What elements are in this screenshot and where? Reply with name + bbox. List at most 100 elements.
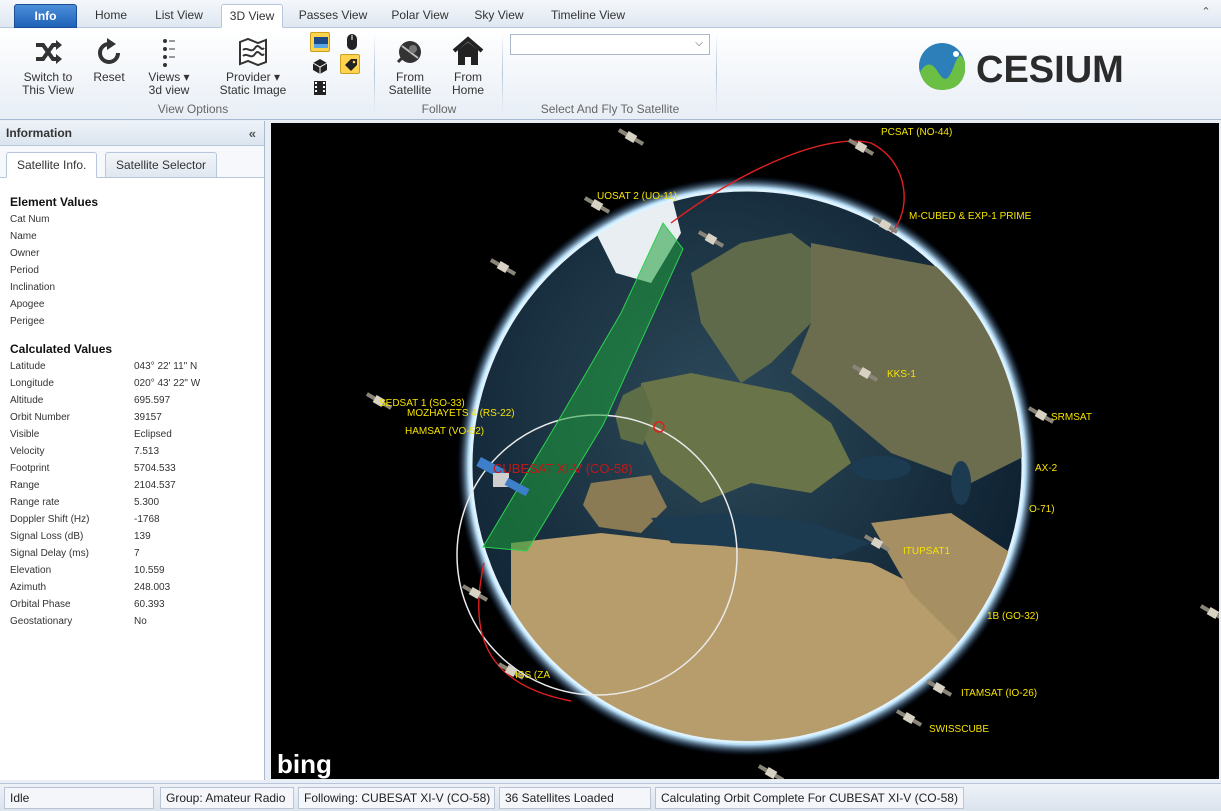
tab-passes-view[interactable]: Passes View [293, 4, 373, 28]
follow-from-satellite-button[interactable]: From Satellite [384, 36, 436, 97]
ribbon-tab-strip: Info Home List View 3D View Passes View … [0, 0, 1221, 28]
calculated-value-row: Altitude 695.597 [10, 392, 170, 409]
calculated-value-value: Eclipsed [134, 429, 172, 440]
calculated-value-key: Latitude [10, 361, 46, 372]
element-value-key: Name [10, 231, 37, 242]
view-options-group-label: View Options [157, 102, 229, 116]
globe-mode-icon[interactable] [310, 32, 330, 52]
switch-label-2: This View [22, 83, 74, 97]
views-dropdown-button[interactable]: Views ▾ 3d view [140, 36, 198, 97]
satellite-label: ISS (ZA [515, 670, 550, 681]
tab-timeline-view[interactable]: Timeline View [541, 4, 635, 28]
satellite-icon[interactable] [617, 127, 645, 148]
switch-to-this-view-button[interactable]: Switch to This View [18, 36, 78, 97]
calculated-value-value: -1768 [134, 514, 160, 525]
views-label-2: 3d view [148, 83, 190, 97]
satellite-label: PCSAT (NO-44) [881, 127, 952, 138]
chevron-down-icon: ⌵ [695, 38, 703, 49]
satellite-icon[interactable] [757, 763, 785, 779]
logo-text: CESIUM [976, 49, 1124, 91]
collapse-panel-icon[interactable]: « [249, 121, 256, 146]
satellite-label: HAMSAT (VO-52) [405, 426, 484, 437]
collapse-ribbon-icon[interactable]: ⌃ [1199, 5, 1213, 19]
calculated-value-value: 10.559 [134, 565, 165, 576]
element-value-key: Apogee [10, 299, 45, 310]
calculated-value-value: 248.003 [134, 582, 171, 593]
status-following: Following: CUBESAT XI-V (CO-58) [298, 787, 495, 809]
calculated-value-key: Footprint [10, 463, 50, 474]
select-group-label: Select And Fly To Satellite [540, 102, 680, 116]
status-state: Idle [4, 787, 154, 809]
views-list-icon [163, 39, 175, 67]
satellite-label: 1B (GO-32) [987, 611, 1039, 622]
panel-tabs: Satellite Info. Satellite Selector [0, 146, 264, 178]
tab-home[interactable]: Home [86, 4, 136, 28]
app-window: Info Home List View 3D View Passes View … [0, 0, 1221, 811]
calculated-value-key: Visible [10, 429, 40, 440]
calculated-value-value: 020° 43' 22" W [134, 378, 201, 389]
satellite-icon[interactable] [1199, 603, 1219, 624]
calculated-value-row: Orbital Phase 60.393 [10, 596, 165, 613]
ribbon-separator [716, 32, 717, 114]
calculated-value-row: Signal Loss (dB) 139 [10, 528, 151, 545]
satellite-icon[interactable] [895, 708, 923, 729]
calculated-value-value: No [134, 616, 147, 627]
ribbon-separator [374, 32, 375, 114]
element-value-row: Period [10, 262, 134, 279]
satellite-icon[interactable] [489, 257, 517, 278]
tab-satellite-info[interactable]: Satellite Info. [6, 152, 98, 178]
label-tag-icon[interactable] [340, 54, 360, 74]
element-value-row: Cat Num [10, 211, 134, 228]
satellite-label: SWISSCUBE [929, 724, 989, 735]
calculated-value-row: Longitude 020° 43' 22" W [10, 375, 200, 392]
calculated-value-key: Altitude [10, 395, 44, 406]
calculated-value-row: Footprint 5704.533 [10, 460, 176, 477]
reset-button[interactable]: Reset [88, 36, 130, 84]
provider-label-1: Provider [225, 70, 271, 84]
satellite-label: UOSAT 2 (UO-11) [597, 191, 677, 202]
satellite-label: AX-2 [1035, 463, 1058, 474]
element-value-row: Perigee [10, 313, 134, 330]
calculated-value-key: Signal Delay (ms) [10, 548, 89, 559]
calculated-value-row: Velocity 7.513 [10, 443, 159, 460]
ribbon-separator [502, 32, 503, 114]
calculated-value-row: Elevation 10.559 [10, 562, 165, 579]
tab-sky-view[interactable]: Sky View [467, 4, 531, 28]
chevron-down-icon: ▾ [270, 70, 281, 84]
follow-group-label: Follow [421, 102, 457, 116]
globe-scene[interactable]: CUBESAT XI-V (CO-58) PCSAT (NO-44) UOSAT … [271, 123, 1219, 779]
film-icon[interactable] [310, 78, 330, 98]
element-value-key: Owner [10, 248, 40, 259]
satellite-label: KKS-1 [887, 369, 916, 380]
cube-icon[interactable] [310, 56, 330, 76]
provider-dropdown-button[interactable]: Provider ▾ Static Image [216, 36, 290, 97]
satellite-select-dropdown[interactable]: ⌵ [510, 34, 710, 55]
calculated-value-value: 60.393 [134, 599, 165, 610]
calculated-value-row: Geostationary No [10, 613, 147, 630]
provider-label-2: Static Image [219, 83, 287, 97]
calculated-value-value: 2104.537 [134, 480, 176, 491]
calculated-value-key: Elevation [10, 565, 52, 576]
calculated-value-key: Range rate [10, 497, 60, 508]
calculated-value-value: 7.513 [134, 446, 160, 457]
element-value-key: Period [10, 265, 39, 276]
calculated-value-key: Geostationary [10, 616, 73, 627]
follow-from-home-button[interactable]: From Home [446, 36, 490, 97]
globe-3d-viewer[interactable]: CUBESAT XI-V (CO-58) PCSAT (NO-44) UOSAT … [271, 123, 1219, 779]
element-value-row: Owner [10, 245, 134, 262]
element-value-row: Inclination [10, 279, 134, 296]
calculated-value-value: 043° 22' 11" N [134, 361, 198, 372]
bing-logo: bing [277, 749, 332, 779]
tab-satellite-selector[interactable]: Satellite Selector [105, 152, 218, 178]
satellite-icon[interactable] [847, 137, 875, 158]
calculated-value-row: Range rate 5.300 [10, 494, 159, 511]
tab-info[interactable]: Info [14, 4, 77, 28]
views-label-1: Views [148, 70, 181, 84]
mouse-icon[interactable] [342, 32, 362, 52]
satellite-label: ITAMSAT (IO-26) [961, 688, 1037, 699]
calculated-value-value: 7 [134, 548, 140, 559]
satellite-label: SRMSAT [1051, 412, 1092, 423]
tab-3d-view[interactable]: 3D View [221, 4, 283, 28]
tab-polar-view[interactable]: Polar View [383, 4, 457, 28]
tab-list-view[interactable]: List View [146, 4, 212, 28]
